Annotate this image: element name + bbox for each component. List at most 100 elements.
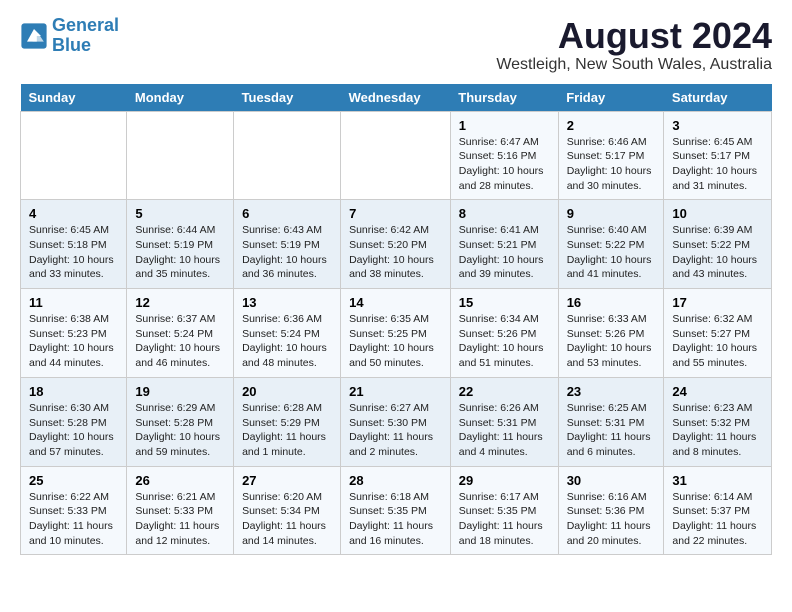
calendar-cell: 19 Sunrise: 6:29 AM Sunset: 5:28 PM Dayli… — [127, 377, 234, 466]
calendar-cell: 8 Sunrise: 6:41 AM Sunset: 5:21 PM Daylig… — [450, 200, 558, 289]
day-number: 4 — [29, 206, 118, 221]
day-number: 31 — [672, 473, 763, 488]
header-monday: Monday — [127, 84, 234, 112]
calendar-cell: 5Sunrise: 6:44 AM Sunset: 5:19 PM Daylig… — [127, 200, 234, 289]
calendar-cell: 22Sunrise: 6:26 AM Sunset: 5:31 PM Dayli… — [450, 377, 558, 466]
calendar-cell: 11Sunrise: 6:38 AM Sunset: 5:23 PM Dayli… — [21, 289, 127, 378]
day-number: 2 — [567, 118, 656, 133]
day-number: 10 — [672, 206, 763, 221]
calendar-cell: 10 Sunrise: 6:39 AM Sunset: 5:22 PM Dayli… — [664, 200, 772, 289]
calendar-cell: 4 Sunrise: 6:45 AM Sunset: 5:18 PM Daylig… — [21, 200, 127, 289]
calendar-cell: 29 Sunrise: 6:17 AM Sunset: 5:35 PM Dayli… — [450, 466, 558, 555]
day-detail: Sunrise: 6:25 AM Sunset: 5:31 PM Dayligh… — [567, 401, 656, 460]
header-sunday: Sunday — [21, 84, 127, 112]
calendar-week-row: 1 Sunrise: 6:47 AM Sunset: 5:16 PM Daylig… — [21, 111, 772, 200]
calendar-cell: 20 Sunrise: 6:28 AM Sunset: 5:29 PM Dayli… — [234, 377, 341, 466]
calendar-cell: 28 Sunrise: 6:18 AM Sunset: 5:35 PM Dayli… — [341, 466, 451, 555]
day-detail: Sunrise: 6:43 AM Sunset: 5:19 PM Dayligh… — [242, 223, 332, 282]
day-number: 11 — [29, 295, 118, 310]
calendar-week-row: 18Sunrise: 6:30 AM Sunset: 5:28 PM Dayli… — [21, 377, 772, 466]
day-detail: Sunrise: 6:23 AM Sunset: 5:32 PM Dayligh… — [672, 401, 763, 460]
day-detail: Sunrise: 6:37 AM Sunset: 5:24 PM Dayligh… — [135, 312, 225, 371]
page-subtitle: Westleigh, New South Wales, Australia — [496, 56, 772, 74]
day-number: 19 — [135, 384, 225, 399]
day-number: 23 — [567, 384, 656, 399]
calendar-cell — [234, 111, 341, 200]
day-detail: Sunrise: 6:18 AM Sunset: 5:35 PM Dayligh… — [349, 490, 442, 549]
day-detail: Sunrise: 6:40 AM Sunset: 5:22 PM Dayligh… — [567, 223, 656, 282]
day-detail: Sunrise: 6:21 AM Sunset: 5:33 PM Dayligh… — [135, 490, 225, 549]
day-detail: Sunrise: 6:45 AM Sunset: 5:18 PM Dayligh… — [29, 223, 118, 282]
day-detail: Sunrise: 6:14 AM Sunset: 5:37 PM Dayligh… — [672, 490, 763, 549]
calendar-cell: 27Sunrise: 6:20 AM Sunset: 5:34 PM Dayli… — [234, 466, 341, 555]
day-number: 18 — [29, 384, 118, 399]
calendar-cell: 26 Sunrise: 6:21 AM Sunset: 5:33 PM Dayli… — [127, 466, 234, 555]
day-detail: Sunrise: 6:45 AM Sunset: 5:17 PM Dayligh… — [672, 135, 763, 194]
day-number: 6 — [242, 206, 332, 221]
logo: General Blue — [20, 16, 119, 56]
day-number: 24 — [672, 384, 763, 399]
logo-text: General Blue — [52, 16, 119, 56]
logo-icon — [20, 22, 48, 50]
day-detail: Sunrise: 6:17 AM Sunset: 5:35 PM Dayligh… — [459, 490, 550, 549]
calendar-week-row: 11Sunrise: 6:38 AM Sunset: 5:23 PM Dayli… — [21, 289, 772, 378]
day-number: 22 — [459, 384, 550, 399]
day-number: 21 — [349, 384, 442, 399]
calendar-week-row: 25Sunrise: 6:22 AM Sunset: 5:33 PM Dayli… — [21, 466, 772, 555]
day-detail: Sunrise: 6:32 AM Sunset: 5:27 PM Dayligh… — [672, 312, 763, 371]
day-number: 26 — [135, 473, 225, 488]
header-wednesday: Wednesday — [341, 84, 451, 112]
calendar-cell: 12Sunrise: 6:37 AM Sunset: 5:24 PM Dayli… — [127, 289, 234, 378]
calendar-cell: 30Sunrise: 6:16 AM Sunset: 5:36 PM Dayli… — [558, 466, 664, 555]
day-detail: Sunrise: 6:20 AM Sunset: 5:34 PM Dayligh… — [242, 490, 332, 549]
day-number: 1 — [459, 118, 550, 133]
day-detail: Sunrise: 6:34 AM Sunset: 5:26 PM Dayligh… — [459, 312, 550, 371]
day-detail: Sunrise: 6:44 AM Sunset: 5:19 PM Dayligh… — [135, 223, 225, 282]
day-number: 7 — [349, 206, 442, 221]
day-number: 8 — [459, 206, 550, 221]
calendar-cell: 16 Sunrise: 6:33 AM Sunset: 5:26 PM Dayli… — [558, 289, 664, 378]
day-detail: Sunrise: 6:47 AM Sunset: 5:16 PM Dayligh… — [459, 135, 550, 194]
calendar-cell: 14Sunrise: 6:35 AM Sunset: 5:25 PM Dayli… — [341, 289, 451, 378]
page-title: August 2024 — [496, 16, 772, 56]
day-detail: Sunrise: 6:33 AM Sunset: 5:26 PM Dayligh… — [567, 312, 656, 371]
calendar-cell: 15 Sunrise: 6:34 AM Sunset: 5:26 PM Dayli… — [450, 289, 558, 378]
calendar-cell: 13 Sunrise: 6:36 AM Sunset: 5:24 PM Dayli… — [234, 289, 341, 378]
day-number: 29 — [459, 473, 550, 488]
calendar-cell: 17Sunrise: 6:32 AM Sunset: 5:27 PM Dayli… — [664, 289, 772, 378]
header-thursday: Thursday — [450, 84, 558, 112]
calendar-header-row: SundayMondayTuesdayWednesdayThursdayFrid… — [21, 84, 772, 112]
calendar-cell — [127, 111, 234, 200]
calendar-cell — [341, 111, 451, 200]
day-detail: Sunrise: 6:28 AM Sunset: 5:29 PM Dayligh… — [242, 401, 332, 460]
title-section: August 2024 Westleigh, New South Wales, … — [496, 16, 772, 74]
day-detail: Sunrise: 6:29 AM Sunset: 5:28 PM Dayligh… — [135, 401, 225, 460]
day-number: 3 — [672, 118, 763, 133]
day-detail: Sunrise: 6:16 AM Sunset: 5:36 PM Dayligh… — [567, 490, 656, 549]
calendar-cell: 7Sunrise: 6:42 AM Sunset: 5:20 PM Daylig… — [341, 200, 451, 289]
calendar-cell: 24 Sunrise: 6:23 AM Sunset: 5:32 PM Dayli… — [664, 377, 772, 466]
day-number: 25 — [29, 473, 118, 488]
calendar-cell: 2 Sunrise: 6:46 AM Sunset: 5:17 PM Daylig… — [558, 111, 664, 200]
day-number: 28 — [349, 473, 442, 488]
calendar-cell: 6 Sunrise: 6:43 AM Sunset: 5:19 PM Daylig… — [234, 200, 341, 289]
header-friday: Friday — [558, 84, 664, 112]
day-number: 16 — [567, 295, 656, 310]
day-number: 20 — [242, 384, 332, 399]
calendar-week-row: 4 Sunrise: 6:45 AM Sunset: 5:18 PM Daylig… — [21, 200, 772, 289]
calendar-cell: 18Sunrise: 6:30 AM Sunset: 5:28 PM Dayli… — [21, 377, 127, 466]
day-detail: Sunrise: 6:46 AM Sunset: 5:17 PM Dayligh… — [567, 135, 656, 194]
header: General Blue August 2024 Westleigh, New … — [20, 16, 772, 74]
header-saturday: Saturday — [664, 84, 772, 112]
day-number: 9 — [567, 206, 656, 221]
header-tuesday: Tuesday — [234, 84, 341, 112]
calendar-cell: 1 Sunrise: 6:47 AM Sunset: 5:16 PM Daylig… — [450, 111, 558, 200]
day-detail: Sunrise: 6:41 AM Sunset: 5:21 PM Dayligh… — [459, 223, 550, 282]
calendar-cell: 3 Sunrise: 6:45 AM Sunset: 5:17 PM Daylig… — [664, 111, 772, 200]
calendar-cell — [21, 111, 127, 200]
day-detail: Sunrise: 6:39 AM Sunset: 5:22 PM Dayligh… — [672, 223, 763, 282]
calendar-table: SundayMondayTuesdayWednesdayThursdayFrid… — [20, 84, 772, 556]
day-detail: Sunrise: 6:36 AM Sunset: 5:24 PM Dayligh… — [242, 312, 332, 371]
day-number: 15 — [459, 295, 550, 310]
day-number: 13 — [242, 295, 332, 310]
